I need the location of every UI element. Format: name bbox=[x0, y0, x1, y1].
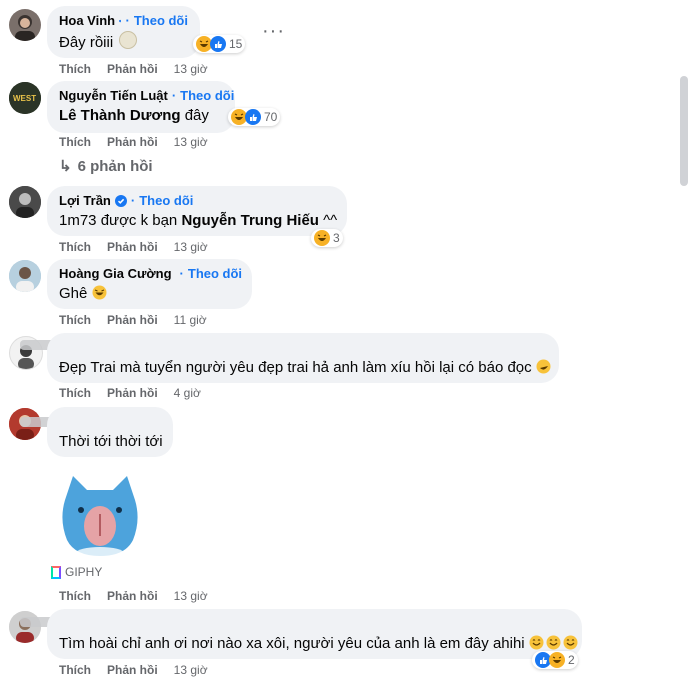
comment-text: Ghê bbox=[59, 285, 88, 302]
reaction-summary[interactable]: 15 bbox=[193, 35, 246, 53]
rofl-emoji-icon bbox=[536, 359, 551, 374]
reaction-count: 3 bbox=[333, 231, 340, 245]
comment-text: Đẹp Trai mà tuyển người yêu đẹp trai hả … bbox=[59, 359, 532, 376]
timestamp[interactable]: 13 giờ bbox=[174, 663, 208, 677]
like-button[interactable]: Thích bbox=[59, 386, 91, 400]
like-button[interactable]: Thích bbox=[59, 240, 91, 254]
giphy-attribution[interactable]: GIPHY bbox=[51, 565, 102, 579]
comment-author[interactable]: Nguyễn Tiến Luật bbox=[59, 88, 168, 104]
timestamp[interactable]: 13 giờ bbox=[174, 240, 208, 254]
like-button[interactable]: Thích bbox=[59, 135, 91, 149]
like-button[interactable]: Thích bbox=[59, 62, 91, 76]
smile-emoji-icon bbox=[563, 635, 578, 650]
smile-emoji-icon bbox=[546, 635, 561, 650]
reply-button[interactable]: Phản hồi bbox=[107, 386, 158, 400]
verified-badge-icon bbox=[114, 195, 127, 207]
timestamp[interactable]: 13 giờ bbox=[174, 135, 208, 149]
reply-button[interactable]: Phản hồi bbox=[107, 589, 158, 603]
view-replies-link[interactable]: ↳ 6 phản hồi bbox=[59, 157, 153, 175]
avatar[interactable]: WEST bbox=[9, 82, 41, 114]
comment-text: đây bbox=[180, 107, 209, 124]
follow-button[interactable]: Theo dõi bbox=[188, 266, 242, 282]
comment-author[interactable]: Hoa Vinh bbox=[59, 13, 115, 29]
mention-link[interactable]: Lê Thành Dương bbox=[59, 107, 181, 124]
reaction-count: 70 bbox=[264, 110, 278, 124]
comment-bubble: Hoàng Gia Cường · Theo dõi Ghê bbox=[47, 259, 252, 309]
follow-button[interactable]: Theo dõi bbox=[139, 193, 193, 209]
like-reaction-icon bbox=[210, 36, 226, 52]
haha-reaction-icon bbox=[549, 652, 565, 668]
reaction-count: 15 bbox=[229, 37, 243, 51]
reply-button[interactable]: Phản hồi bbox=[107, 62, 158, 76]
follow-button[interactable]: Theo dõi bbox=[180, 88, 234, 104]
scrollbar-thumb[interactable] bbox=[680, 76, 688, 186]
comment-text-suffix: ^^ bbox=[318, 212, 338, 229]
timestamp[interactable]: 4 giờ bbox=[174, 386, 201, 400]
timestamp[interactable]: 13 giờ bbox=[174, 589, 208, 603]
comment-bubble: Lợi Trần · Theo dõi 1m73 được k bạn Nguy… bbox=[47, 186, 347, 236]
comment-bubble: Nguyễn Tiến Luật · Theo dõi Lê Thành Dươ… bbox=[47, 81, 235, 133]
avatar[interactable] bbox=[9, 9, 41, 41]
like-button[interactable]: Thích bbox=[59, 313, 91, 327]
reaction-summary[interactable]: 3 bbox=[311, 229, 343, 247]
timestamp[interactable]: 11 giờ bbox=[174, 313, 207, 327]
comment-text: Thời tới thời tới bbox=[59, 433, 163, 450]
emoji-icon bbox=[119, 31, 138, 49]
like-button[interactable]: Thích bbox=[59, 589, 91, 603]
comment-bubble: Hoa Vinh · Theo dõi Đây rồiii bbox=[47, 6, 200, 58]
mention-link[interactable]: Nguyễn Trung Hiếu bbox=[181, 212, 319, 229]
timestamp[interactable]: 13 giờ bbox=[174, 62, 208, 76]
svg-text:WEST: WEST bbox=[13, 94, 36, 103]
smile-emoji-icon bbox=[529, 635, 544, 650]
reaction-summary[interactable]: 70 bbox=[228, 108, 281, 126]
reply-button[interactable]: Phản hồi bbox=[107, 663, 158, 677]
reaction-summary[interactable]: 2 bbox=[532, 651, 578, 669]
avatar[interactable] bbox=[9, 186, 41, 218]
reply-button[interactable]: Phản hồi bbox=[107, 240, 158, 254]
reply-button[interactable]: Phản hồi bbox=[107, 135, 158, 149]
like-reaction-icon bbox=[245, 109, 261, 125]
avatar[interactable] bbox=[9, 611, 41, 643]
haha-reaction-icon bbox=[314, 230, 330, 246]
verified-badge-icon bbox=[119, 19, 122, 23]
avatar[interactable] bbox=[9, 260, 41, 292]
comment-bubble: Tìm hoài chỉ anh ơi nơi nào xa xôi, ngườ… bbox=[47, 609, 582, 659]
comment-bubble: Đẹp Trai mà tuyển người yêu đẹp trai hả … bbox=[47, 333, 559, 383]
comment-bubble: Thời tới thời tới bbox=[47, 407, 173, 457]
laughing-emoji-icon bbox=[92, 285, 107, 300]
reply-arrow-icon: ↳ bbox=[59, 158, 72, 175]
comment-text: 1m73 được k bạn bbox=[59, 212, 182, 229]
gif-image[interactable] bbox=[55, 470, 145, 560]
comment-text: Tìm hoài chỉ anh ơi nơi nào xa xôi, ngườ… bbox=[59, 635, 525, 652]
like-button[interactable]: Thích bbox=[59, 663, 91, 677]
comment-author[interactable]: Lợi Trần bbox=[59, 193, 111, 209]
comment-text: Đây rồiii bbox=[59, 34, 114, 51]
reaction-count: 2 bbox=[568, 653, 575, 667]
reply-button[interactable]: Phản hồi bbox=[107, 313, 158, 327]
comment-author[interactable]: Hoàng Gia Cường bbox=[59, 266, 172, 282]
follow-button[interactable]: Theo dõi bbox=[134, 13, 188, 29]
giphy-logo-icon bbox=[51, 565, 61, 579]
more-options-icon[interactable]: ··· bbox=[262, 20, 285, 43]
